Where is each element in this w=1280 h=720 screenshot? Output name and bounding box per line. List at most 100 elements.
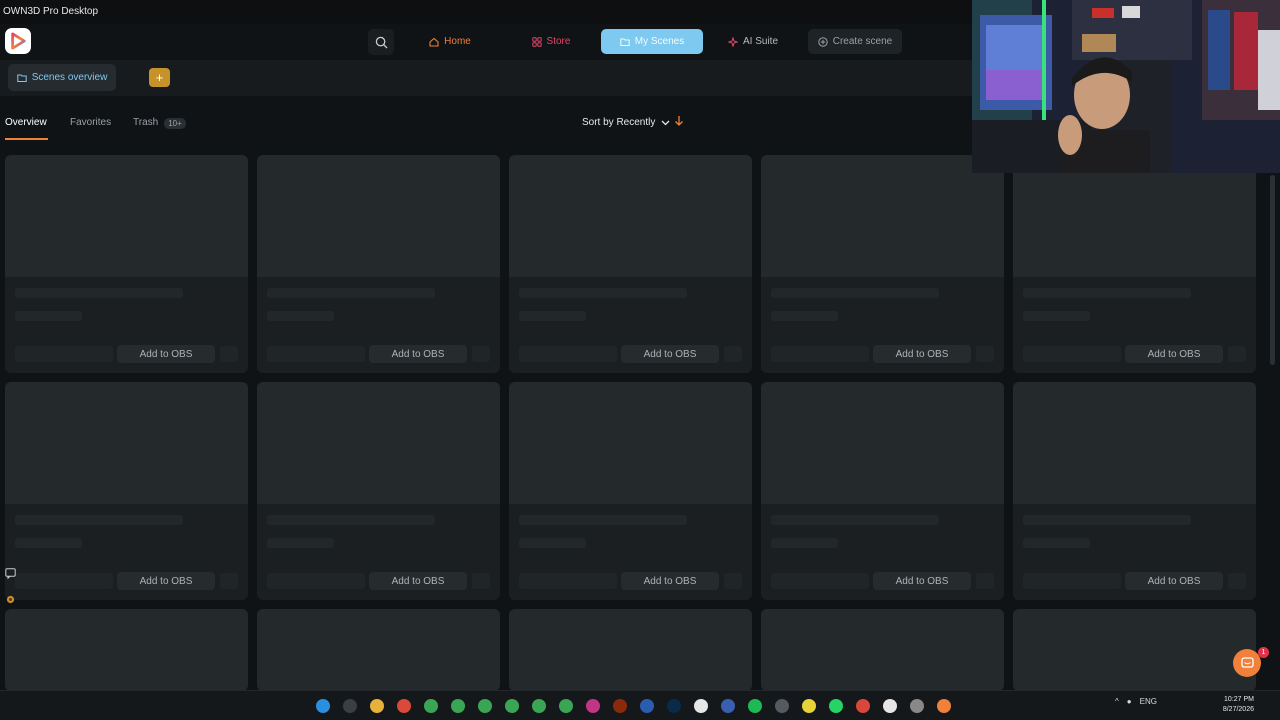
add-to-obs-button[interactable]: Add to OBS <box>621 345 719 363</box>
sort-direction-button[interactable] <box>674 115 684 130</box>
file-explorer-icon[interactable] <box>367 697 387 715</box>
notion-icon[interactable] <box>691 697 711 715</box>
nav-ai-suite[interactable]: AI Suite <box>722 29 784 54</box>
search-button[interactable] <box>368 29 394 55</box>
add-to-obs-button[interactable]: Add to OBS <box>1125 572 1223 590</box>
windows-start-icon[interactable] <box>313 697 333 715</box>
chrome-icon[interactable] <box>394 697 414 715</box>
more-options-placeholder[interactable] <box>220 346 238 362</box>
microphone-icon[interactable]: ● <box>1127 697 1132 706</box>
more-options-placeholder[interactable] <box>1228 573 1246 589</box>
sort-dropdown[interactable]: Sort by Recently <box>582 117 670 128</box>
chevron-down-icon <box>661 120 670 125</box>
add-to-obs-button[interactable]: Add to OBS <box>621 572 719 590</box>
sticky-notes-icon[interactable] <box>799 697 819 715</box>
loading-placeholder <box>15 346 113 362</box>
more-options-placeholder[interactable] <box>724 573 742 589</box>
more-options-placeholder[interactable] <box>976 346 994 362</box>
spark-icon[interactable] <box>853 697 873 715</box>
scene-thumbnail-placeholder <box>5 155 248 277</box>
scene-card[interactable]: Add to OBS <box>761 382 1004 600</box>
search-icon <box>375 36 388 49</box>
extension-button[interactable] <box>3 592 17 606</box>
photoshop-icon[interactable] <box>664 697 684 715</box>
scene-card[interactable] <box>257 609 500 691</box>
own3d-logo[interactable] <box>5 28 31 54</box>
add-folder-button[interactable]: + <box>149 68 170 87</box>
own3d-icon[interactable] <box>934 697 954 715</box>
scene-card[interactable] <box>5 609 248 691</box>
more-options-placeholder[interactable] <box>472 346 490 362</box>
scene-card[interactable]: Add to OBS <box>5 155 248 373</box>
scenes-overview-tab[interactable]: Scenes overview <box>8 64 116 91</box>
scene-card[interactable]: Add to OBS <box>1013 382 1256 600</box>
instagram-icon[interactable] <box>583 697 603 715</box>
tab-overview[interactable]: Overview <box>5 117 47 128</box>
more-options-placeholder[interactable] <box>472 573 490 589</box>
chatgpt-icon[interactable] <box>880 697 900 715</box>
tray-chevron-icon[interactable]: ^ <box>1115 697 1119 706</box>
settings-icon-glyph <box>775 699 789 713</box>
language-indicator[interactable]: ENG <box>1140 697 1157 706</box>
add-to-obs-button[interactable]: Add to OBS <box>369 572 467 590</box>
tab-favorites[interactable]: Favorites <box>70 117 111 128</box>
add-to-obs-button[interactable]: Add to OBS <box>369 345 467 363</box>
support-chat-button[interactable] <box>1233 649 1261 677</box>
scene-card[interactable]: Add to OBS <box>509 382 752 600</box>
notion-icon-glyph <box>694 699 708 713</box>
chrome-icon[interactable] <box>475 697 495 715</box>
chrome-icon[interactable] <box>556 697 576 715</box>
add-to-obs-button[interactable]: Add to OBS <box>117 345 215 363</box>
illustrator-icon[interactable] <box>610 697 630 715</box>
create-scene-button[interactable]: Create scene <box>808 29 902 54</box>
play-logo-icon <box>11 32 26 50</box>
chrome-icon[interactable] <box>448 697 468 715</box>
recorder-icon[interactable] <box>907 697 927 715</box>
scene-card[interactable] <box>509 609 752 691</box>
add-to-obs-button[interactable]: Add to OBS <box>873 572 971 590</box>
more-options-placeholder[interactable] <box>220 573 238 589</box>
scene-thumbnail-placeholder <box>509 155 752 277</box>
add-to-obs-button[interactable]: Add to OBS <box>117 572 215 590</box>
scene-card[interactable] <box>761 609 1004 691</box>
scene-card[interactable]: Add to OBS <box>5 382 248 600</box>
chrome-icon[interactable] <box>421 697 441 715</box>
spotify-icon[interactable] <box>745 697 765 715</box>
scene-thumbnail-placeholder <box>761 155 1004 277</box>
store-icon[interactable] <box>340 697 360 715</box>
sparkle-icon <box>727 36 738 47</box>
system-tray: ^ ● ENG <box>1115 697 1157 706</box>
chrome-icon[interactable] <box>529 697 549 715</box>
window-title: OWN3D Pro Desktop <box>3 6 99 17</box>
nav-store[interactable]: Store <box>525 29 577 54</box>
photos-icon-glyph <box>640 699 654 713</box>
loading-placeholder <box>771 538 838 548</box>
spark-icon-glyph <box>856 699 870 713</box>
browser-icon[interactable] <box>718 697 738 715</box>
feedback-button[interactable] <box>3 566 17 580</box>
nav-home[interactable]: Home <box>420 29 480 54</box>
add-to-obs-button[interactable]: Add to OBS <box>873 345 971 363</box>
chrome-icon[interactable] <box>502 697 522 715</box>
scene-card[interactable]: Add to OBS <box>509 155 752 373</box>
nav-my-scenes[interactable]: My Scenes <box>601 29 703 54</box>
tab-trash[interactable]: Trash <box>133 117 158 128</box>
add-to-obs-button[interactable]: Add to OBS <box>1125 345 1223 363</box>
scrollbar[interactable] <box>1270 175 1275 365</box>
whatsapp-icon[interactable] <box>826 697 846 715</box>
more-options-placeholder[interactable] <box>1228 346 1246 362</box>
scene-card[interactable]: Add to OBS <box>257 155 500 373</box>
more-options-placeholder[interactable] <box>724 346 742 362</box>
scene-card[interactable]: Add to OBS <box>761 155 1004 373</box>
photos-icon[interactable] <box>637 697 657 715</box>
scene-card[interactable]: Add to OBS <box>1013 155 1256 373</box>
more-options-placeholder[interactable] <box>976 573 994 589</box>
loading-placeholder <box>1023 346 1121 362</box>
scene-card[interactable] <box>1013 609 1256 691</box>
loading-placeholder <box>267 346 365 362</box>
taskbar-clock[interactable]: 10:27 PM 8/27/2026 <box>1212 695 1254 715</box>
scenes-overview-label: Scenes overview <box>31 72 108 83</box>
scene-card[interactable]: Add to OBS <box>257 382 500 600</box>
chat-icon <box>1240 656 1254 668</box>
settings-icon[interactable] <box>772 697 792 715</box>
